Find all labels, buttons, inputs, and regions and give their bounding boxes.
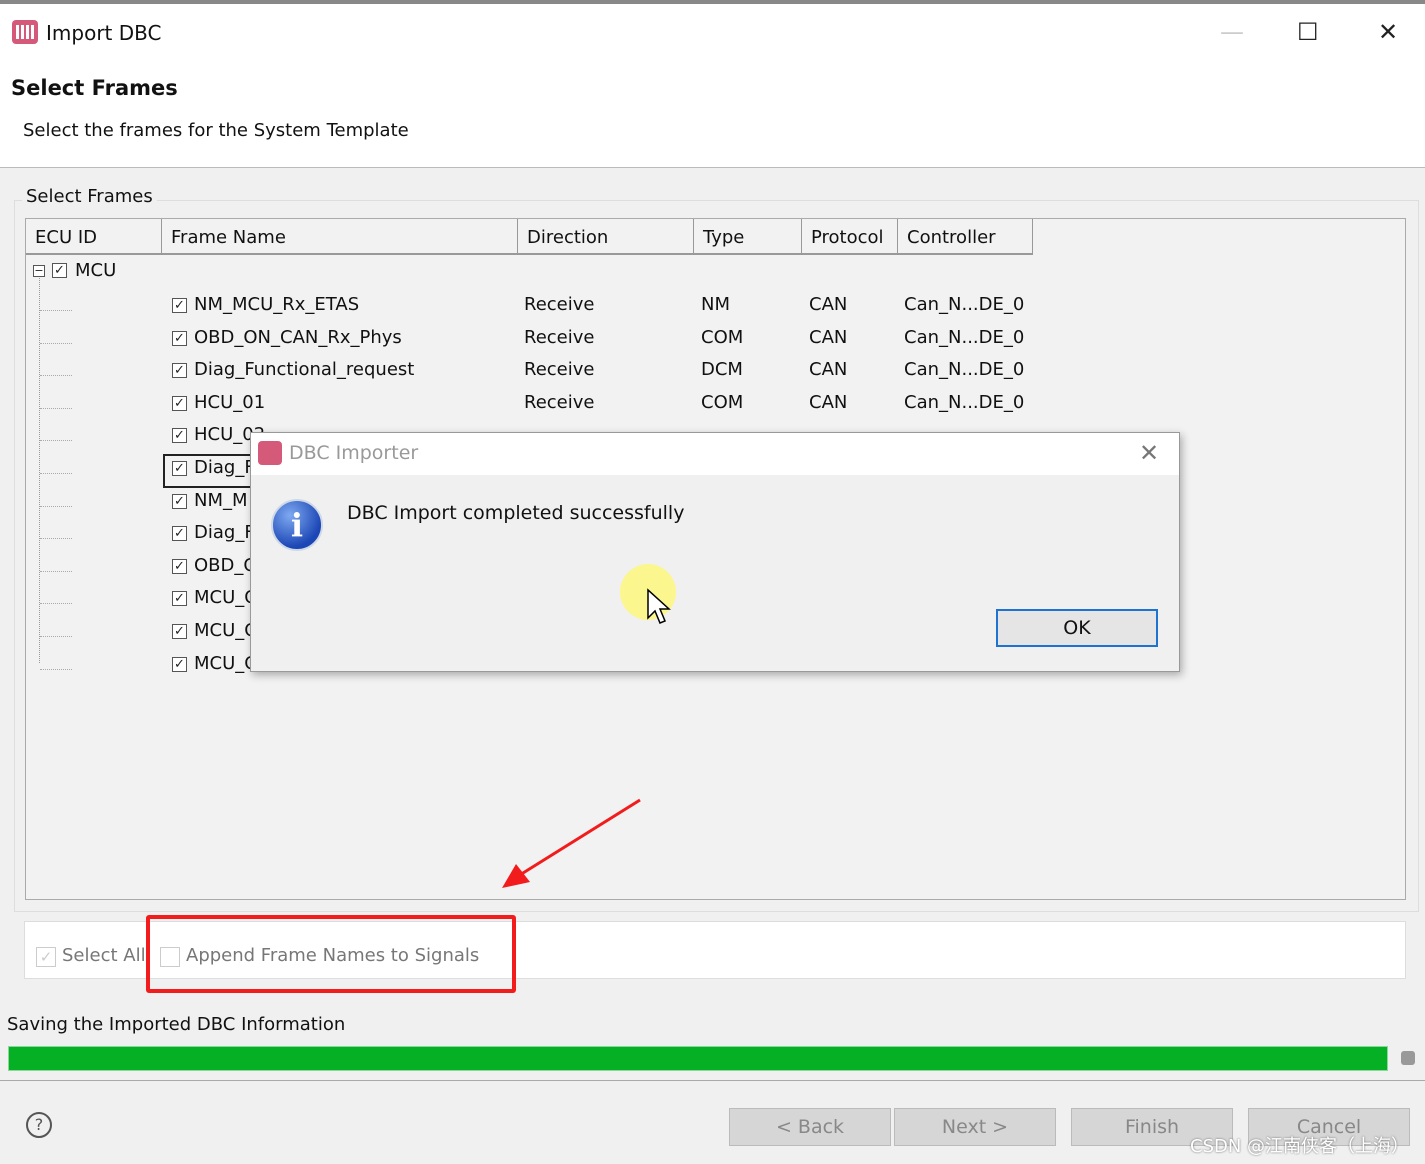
frame-protocol: CAN [809, 294, 848, 315]
tree-line [40, 636, 72, 637]
frame-direction: Receive [524, 294, 595, 315]
frame-protocol: CAN [809, 359, 848, 381]
help-icon[interactable]: ? [26, 1112, 52, 1138]
frame-checkbox[interactable]: ✓ [172, 558, 187, 574]
frame-checkbox[interactable]: ✓ [172, 363, 187, 379]
close-button[interactable]: ✕ [1378, 18, 1398, 46]
annotation-highlight-box [146, 915, 516, 993]
frame-name: Diag_F [194, 522, 255, 544]
ok-button[interactable]: OK [996, 609, 1158, 647]
minimize-button[interactable]: — [1220, 18, 1244, 46]
info-icon: i [271, 499, 323, 551]
tree-line [40, 440, 72, 442]
group-label: Select Frames [22, 186, 157, 207]
column-header-frame-name[interactable]: Frame Name [162, 219, 518, 255]
tree-line [40, 407, 72, 409]
frame-direction: Receive [524, 326, 595, 348]
frame-name: OBD_C [194, 554, 256, 576]
frame-name: OBD_ON_CAN_Rx_Phys [194, 326, 402, 348]
divider [0, 1080, 1425, 1081]
status-text: Saving the Imported DBC Information [7, 1014, 346, 1035]
tree-line [40, 570, 72, 572]
frame-protocol: CAN [809, 326, 848, 348]
frame-checkbox[interactable]: ✓ [172, 330, 187, 346]
app-icon [12, 20, 38, 44]
frame-checkbox[interactable]: ✓ [172, 428, 187, 444]
frame-checkbox[interactable]: ✓ [172, 656, 187, 672]
frame-controller: Can_N...DE_0 [904, 294, 1025, 315]
tree-line [40, 668, 72, 670]
frame-controller: Can_N...DE_0 [904, 326, 1025, 348]
frame-checkbox[interactable]: ✓ [172, 493, 187, 509]
table-row[interactable]: ✓ Diag_Functional_request Receive DCM CAN Can… [26, 359, 1026, 391]
wizard-header: Import DBC — ☐ ✕ Select Frames Select th… [0, 4, 1425, 168]
column-header-type[interactable]: Type [694, 219, 802, 255]
column-header-direction[interactable]: Direction [518, 219, 694, 255]
frame-name: NM_M [194, 489, 248, 511]
frame-checkbox[interactable]: ✓ [172, 395, 187, 411]
frame-type: COM [701, 391, 744, 413]
frame-direction: Receive [524, 359, 595, 381]
focus-outline [163, 454, 263, 488]
ecu-checkbox[interactable]: ✓ [52, 263, 67, 278]
frame-name: MCU_C [194, 587, 257, 609]
table-row[interactable]: ✓ OBD_ON_CAN_Rx_Phys Receive COM CAN Can_N...… [26, 327, 1026, 359]
page-title: Select Frames [11, 76, 178, 100]
progress-bar [8, 1046, 1388, 1071]
select-all-checkbox[interactable]: ✓ [36, 947, 56, 967]
dialog-title: DBC Importer [289, 442, 419, 464]
frame-checkbox[interactable]: ✓ [172, 526, 187, 542]
progress-stop-icon[interactable] [1401, 1051, 1415, 1065]
frame-name: MCU_C [194, 620, 257, 641]
collapse-icon[interactable]: − [33, 265, 45, 277]
back-button[interactable]: < Back [729, 1108, 891, 1146]
tree-line [40, 375, 72, 377]
column-header-ecu-id[interactable]: ECU ID [26, 219, 162, 255]
watermark: CSDN @江南侠客（上海） [1190, 1136, 1410, 1157]
next-button[interactable]: Next > [894, 1108, 1056, 1146]
dbc-importer-dialog: DBC Importer ✕ i DBC Import completed su… [250, 432, 1180, 672]
ecu-label: MCU [75, 260, 117, 281]
frame-controller: Can_N...DE_0 [904, 359, 1025, 381]
frame-type: NM [701, 294, 730, 315]
mouse-cursor-icon [647, 588, 671, 624]
frame-checkbox[interactable]: ✓ [172, 591, 187, 607]
tree-line [40, 473, 72, 474]
table-row[interactable]: ✓ NM_MCU_Rx_ETAS Receive NM CAN Can_N...DE_0 [26, 294, 1026, 326]
window-title: Import DBC [46, 21, 162, 45]
frame-type: DCM [701, 359, 743, 381]
frame-protocol: CAN [809, 391, 848, 413]
page-subtitle: Select the frames for the System Templat… [23, 120, 409, 141]
column-header-protocol[interactable]: Protocol [802, 219, 898, 255]
table-row[interactable]: ✓ HCU_01 Receive COM CAN Can_N...DE_0 [26, 392, 1026, 424]
tree-line [40, 310, 72, 311]
frame-type: COM [701, 326, 744, 348]
tree-line [40, 505, 72, 507]
tree-line [40, 538, 72, 540]
annotation-arrow [502, 798, 641, 888]
frame-name: NM_MCU_Rx_ETAS [194, 294, 360, 315]
dialog-message: DBC Import completed successfully [347, 502, 685, 524]
dialog-close-button[interactable]: ✕ [1139, 439, 1159, 467]
maximize-button[interactable]: ☐ [1297, 18, 1319, 46]
frame-checkbox[interactable]: ✓ [172, 298, 187, 313]
frame-controller: Can_N...DE_0 [904, 391, 1025, 413]
select-all-label[interactable]: Select All [62, 945, 146, 966]
frame-name: HCU_01 [194, 391, 266, 413]
frame-direction: Receive [524, 391, 595, 413]
tree-line [40, 603, 72, 605]
app-icon [258, 441, 282, 465]
frame-name: Diag_Functional_request [194, 359, 415, 381]
frame-checkbox[interactable]: ✓ [172, 624, 187, 639]
frame-name: MCU_C [194, 652, 257, 674]
tree-line [40, 342, 72, 344]
column-header-controller[interactable]: Controller [898, 219, 1033, 255]
